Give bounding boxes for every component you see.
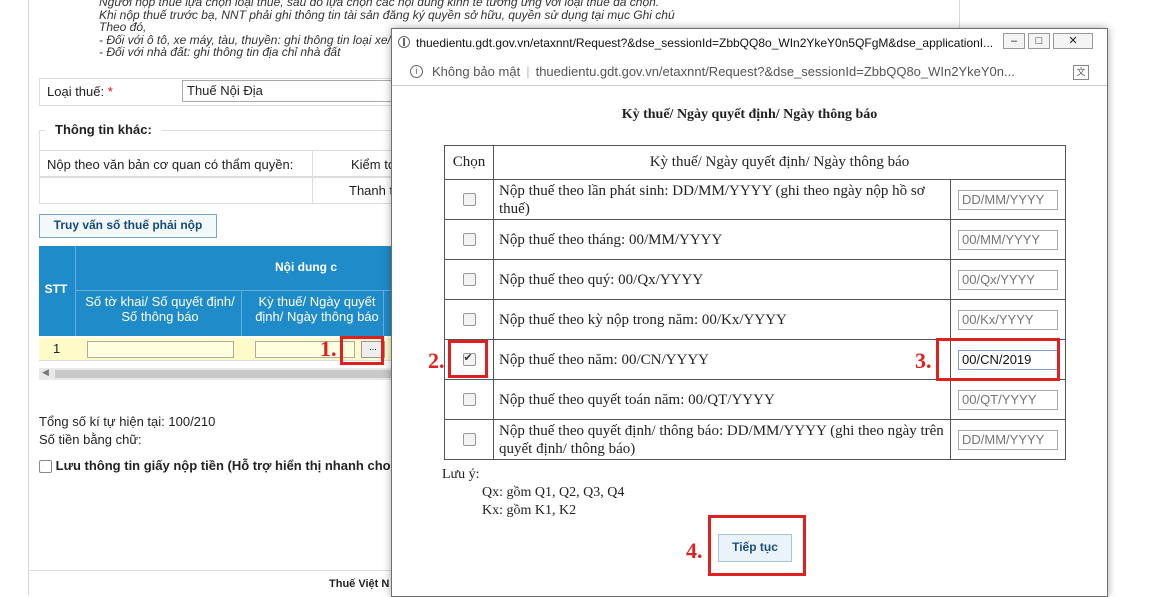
period-checkbox[interactable] xyxy=(462,393,476,407)
period-input[interactable] xyxy=(958,269,1058,290)
table-row: Nộp thuế theo kỳ nộp trong năm: 00/Kx/YY… xyxy=(444,299,1066,340)
period-input[interactable] xyxy=(958,189,1058,210)
period-label: Nộp thuế theo lần phát sinh: DD/MM/YYYY … xyxy=(493,179,951,220)
select-cell xyxy=(444,259,494,300)
declaration-number-input[interactable] xyxy=(87,341,234,358)
select-cell xyxy=(444,179,494,220)
period-label: Nộp thuế theo quyết định/ thông báo: DD/… xyxy=(493,419,951,460)
address-separator: | xyxy=(526,64,530,79)
table-row: Nộp thuế theo tháng: 00/MM/YYYY xyxy=(444,219,1066,260)
period-input[interactable] xyxy=(958,309,1058,330)
translate-icon[interactable]: 文 xyxy=(1073,65,1089,80)
grid-divider xyxy=(241,290,242,336)
char-count: Tổng số kí tự hiện tại: 100/210 xyxy=(39,414,216,429)
row-stt: 1 xyxy=(53,341,61,356)
period-label: Nộp thuế theo kỳ nộp trong năm: 00/Kx/YY… xyxy=(493,299,951,340)
period-checkbox[interactable] xyxy=(462,433,476,447)
audit-label: Thanh t xyxy=(349,183,394,198)
period-label: Nộp thuế theo tháng: 00/MM/YYYY xyxy=(493,219,951,260)
inspect-label: Kiểm to xyxy=(351,157,396,172)
stt-header: STT xyxy=(44,282,68,296)
period-popup-window: thuedientu.gdt.gov.vn/etaxnnt/Request?&d… xyxy=(391,28,1108,597)
query-tax-button[interactable]: Truy vấn số thuế phải nộp xyxy=(39,214,217,238)
desc-column-header: Kỳ thuế/ Ngày quyết định/ Ngày thông báo xyxy=(493,145,1066,180)
period-input-cell xyxy=(950,419,1066,460)
callout-step4-label: 4. xyxy=(686,538,703,563)
col1-header: Số tờ khai/ Số quyết định/Số thông báo xyxy=(85,294,235,324)
footer-title: Thuế Việt N xyxy=(329,578,390,590)
period-input-cell xyxy=(950,219,1066,260)
grid-divider xyxy=(75,246,76,336)
notes-kx: Kx: gồm K1, K2 xyxy=(482,503,577,518)
period-input-cell xyxy=(950,259,1066,300)
period-input-cell xyxy=(950,179,1066,220)
grid-divider xyxy=(383,290,384,336)
period-label: Nộp thuế theo quyết toán năm: 00/QT/YYYY xyxy=(493,379,951,420)
maximize-button[interactable]: □ xyxy=(1028,33,1050,49)
note-line: Khi nộp thuế trước bạ, NNT phải ghi thôn… xyxy=(99,7,675,22)
table-row: Nộp thuế theo quyết định/ thông báo: DD/… xyxy=(444,419,1066,460)
minimize-button[interactable]: – xyxy=(1003,33,1025,49)
callout-step3-box xyxy=(936,338,1060,381)
period-checkbox[interactable] xyxy=(462,193,476,207)
address-text: Không bảo mật | thuedientu.gdt.gov.vn/etax… xyxy=(432,64,1015,79)
callout-step3-label: 3. xyxy=(915,348,932,373)
period-checkbox[interactable] xyxy=(462,273,476,287)
period-input[interactable] xyxy=(958,229,1058,250)
address-url: thuedientu.gdt.gov.vn/etaxnnt/Request?&d… xyxy=(535,64,1015,79)
popup-heading: Kỳ thuế/ Ngày quyết định/ Ngày thông báo xyxy=(621,107,878,122)
callout-step1-box xyxy=(340,336,384,365)
table-header-row: Chọn Kỳ thuế/ Ngày quyết định/ Ngày thôn… xyxy=(444,145,1066,180)
table-row: Nộp thuế theo quyết toán năm: 00/QT/YYYY xyxy=(444,379,1066,420)
callout-step1-label: 1. xyxy=(320,336,337,361)
callout-step4-box xyxy=(708,515,806,576)
select-cell xyxy=(444,299,494,340)
close-button[interactable]: ✕ xyxy=(1053,33,1093,49)
period-checkbox[interactable] xyxy=(462,313,476,327)
select-cell xyxy=(444,379,494,420)
table-row: Nộp thuế theo lần phát sinh: DD/MM/YYYY … xyxy=(444,179,1066,220)
save-info-label: Lưu thông tin giấy nộp tiền (Hỗ trợ hiển… xyxy=(55,458,391,473)
period-table: Chọn Kỳ thuế/ Ngày quyết định/ Ngày thôn… xyxy=(444,145,1066,460)
period-checkbox[interactable] xyxy=(462,233,476,247)
notes-section: Lưu ý: Qx: gồm Q1, Q2, Q3, Q4 Kx: gồm K1… xyxy=(442,466,624,520)
period-input-cell xyxy=(950,299,1066,340)
tax-type-label: Loại thuế: * xyxy=(47,84,113,99)
period-input-cell xyxy=(950,379,1066,420)
address-bar[interactable]: i Không bảo mật | thuedientu.gdt.gov.vn/et… xyxy=(392,58,1107,86)
period-input[interactable] xyxy=(958,389,1058,410)
save-info-option: Lưu thông tin giấy nộp tiền (Hỗ trợ hiển… xyxy=(39,458,391,474)
save-info-checkbox[interactable] xyxy=(39,460,52,474)
info-icon[interactable]: i xyxy=(410,65,423,78)
table-row: Nộp thuế theo quý: 00/Qx/YYYY xyxy=(444,259,1066,300)
other-info-legend: Thông tin khác: xyxy=(45,122,162,137)
select-column-header: Chọn xyxy=(444,145,494,180)
submit-by-doc-label: Nộp theo văn bản cơ quan có thẩm quyền: xyxy=(47,157,294,172)
scroll-left-icon[interactable]: ◀ xyxy=(42,367,49,378)
security-label: Không bảo mật xyxy=(432,64,521,79)
col2-header: Kỳ thuế/ Ngày quyết định/ Ngày thông báo xyxy=(255,294,379,324)
amount-words-label: Số tiền bằng chữ: xyxy=(39,432,142,447)
select-cell xyxy=(444,419,494,460)
period-label: Nộp thuế theo quý: 00/Qx/YYYY xyxy=(493,259,951,300)
notes-title: Lưu ý: xyxy=(442,467,480,482)
notes-qx: Qx: gồm Q1, Q2, Q3, Q4 xyxy=(482,485,625,500)
tax-type-select[interactable]: Thuế Nội Địa xyxy=(182,80,422,102)
select-cell xyxy=(444,219,494,260)
callout-step2-label: 2. xyxy=(428,348,445,373)
page-favicon-icon xyxy=(398,36,410,48)
period-input[interactable] xyxy=(958,429,1058,450)
popup-title: thuedientu.gdt.gov.vn/etaxnnt/Request?&d… xyxy=(416,36,994,50)
period-label: Nộp thuế theo năm: 00/CN/YYYY xyxy=(493,339,951,380)
popup-titlebar[interactable]: thuedientu.gdt.gov.vn/etaxnnt/Request?&d… xyxy=(392,29,1107,56)
callout-step2-box xyxy=(448,340,488,378)
